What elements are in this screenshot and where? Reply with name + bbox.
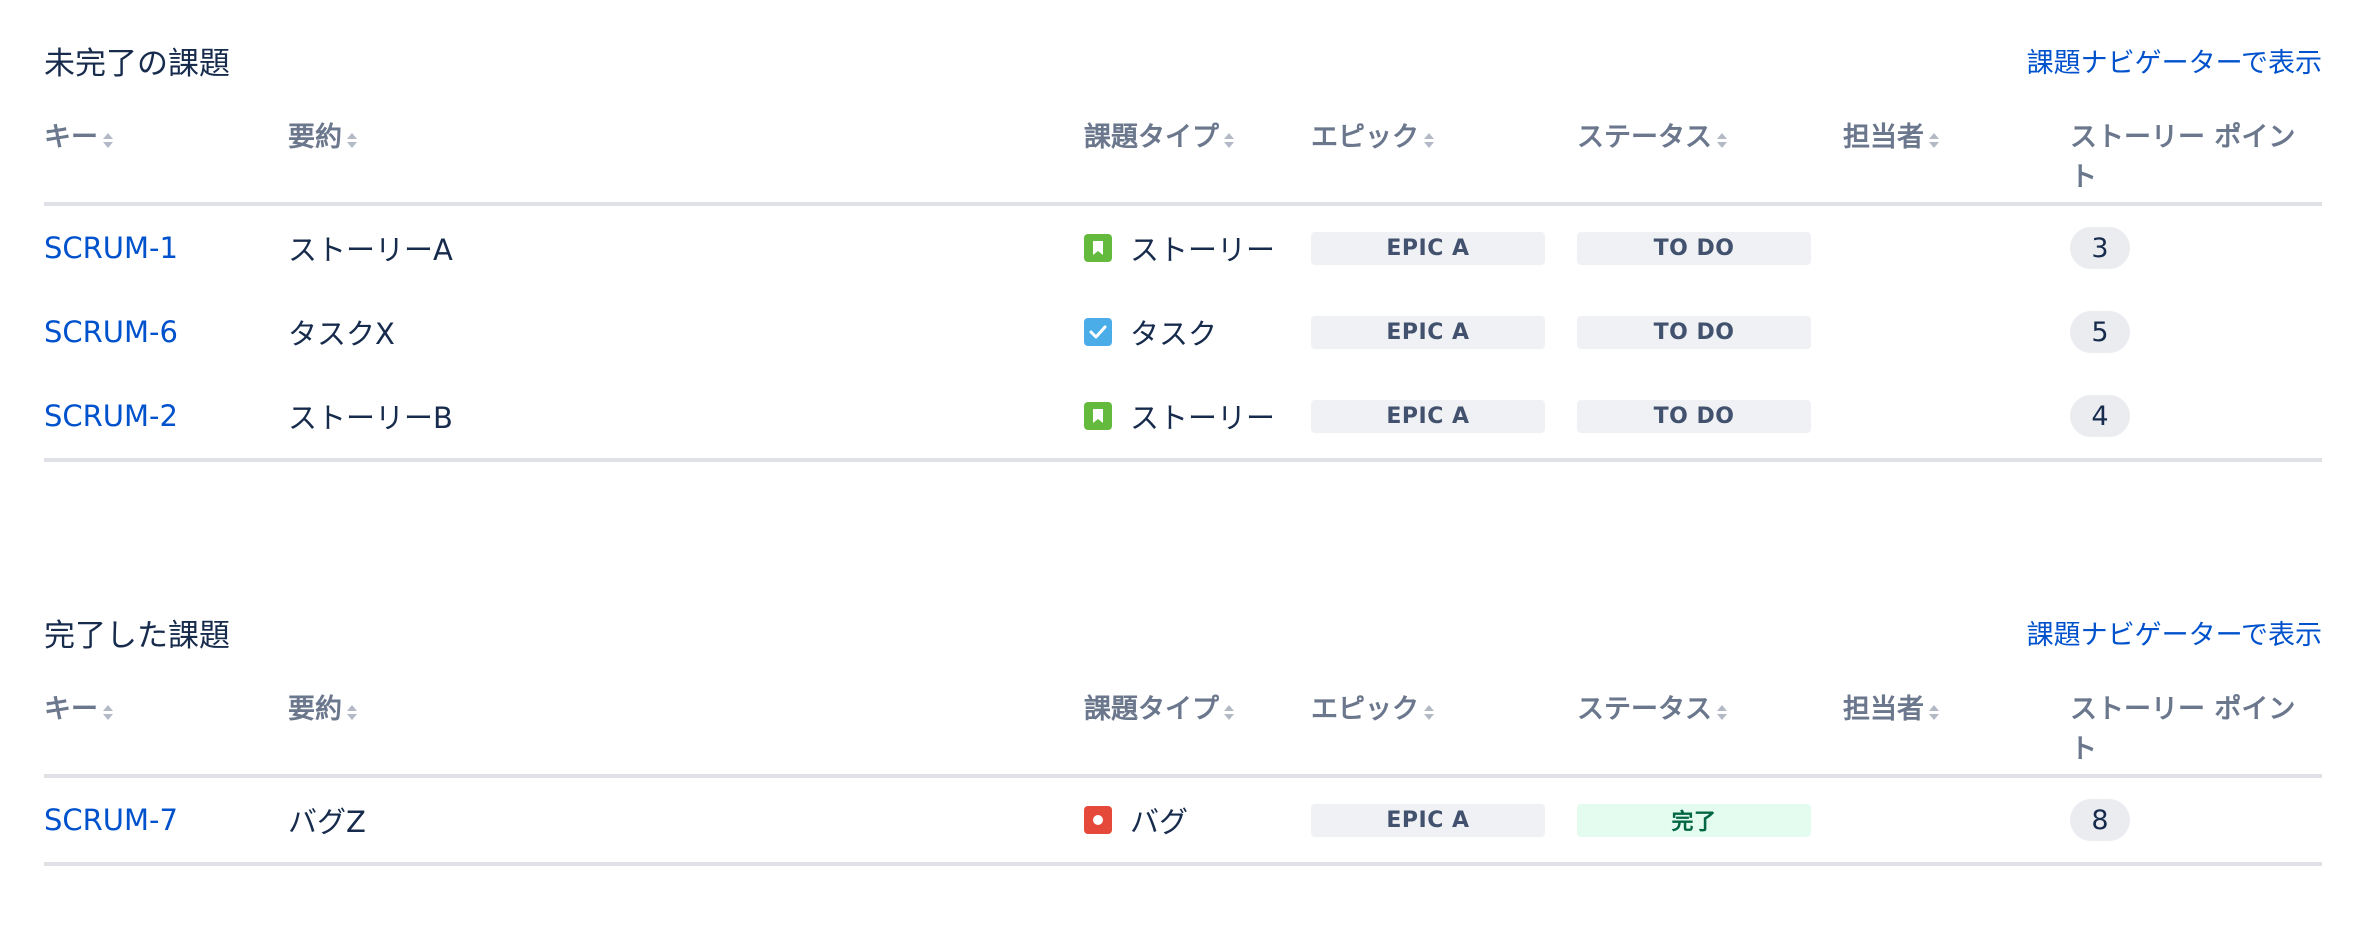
table-row: SCRUM-1 ストーリーA ストーリー EPIC A TO DO 3 bbox=[44, 206, 2322, 290]
column-header-summary[interactable]: 要約 bbox=[288, 118, 358, 158]
story-icon bbox=[1084, 402, 1112, 430]
issue-key-link[interactable]: SCRUM-7 bbox=[44, 803, 178, 837]
issue-summary: ストーリーB bbox=[288, 401, 453, 435]
sort-icon bbox=[346, 704, 358, 722]
table-row: SCRUM-6 タスクX タスク EPIC A TO DO 5 bbox=[44, 290, 2322, 374]
table-bottom-border bbox=[44, 458, 2322, 462]
table-body: SCRUM-1 ストーリーA ストーリー EPIC A TO DO 3 SCRU… bbox=[44, 206, 2322, 462]
sort-icon bbox=[102, 132, 114, 150]
epic-lozenge[interactable]: EPIC A bbox=[1311, 803, 1545, 837]
view-in-issue-navigator-link[interactable]: 課題ナビゲーターで表示 bbox=[2027, 44, 2322, 84]
sort-icon bbox=[1423, 704, 1435, 722]
column-header-status[interactable]: ステータス bbox=[1577, 690, 1728, 730]
incomplete-issues-table: キー 要約 課題タイプ エピック ステータス 担当者 ストーリー ポイント SC… bbox=[44, 96, 2322, 462]
sort-icon bbox=[1716, 704, 1728, 722]
table-bottom-border bbox=[44, 862, 2322, 866]
table-body: SCRUM-7 バグZ バグ EPIC A 完了 8 bbox=[44, 778, 2322, 866]
issue-type-cell: ストーリー bbox=[1084, 206, 1275, 290]
column-header-epic[interactable]: エピック bbox=[1311, 690, 1435, 730]
status-lozenge: TO DO bbox=[1577, 315, 1811, 349]
completed-issues-section: 完了した課題 課題ナビゲーターで表示 キー 要約 課題タイプ エピック ステータ… bbox=[44, 572, 2322, 866]
section-header: 未完了の課題 課題ナビゲーターで表示 bbox=[44, 0, 2322, 82]
table-header: キー 要約 課題タイプ エピック ステータス 担当者 ストーリー ポイント bbox=[44, 668, 2322, 778]
column-header-issue-type[interactable]: 課題タイプ bbox=[1084, 118, 1235, 158]
issue-type-cell: バグ bbox=[1084, 778, 1188, 862]
issue-type-label: バグ bbox=[1130, 805, 1189, 839]
epic-lozenge[interactable]: EPIC A bbox=[1311, 231, 1545, 265]
table-row: SCRUM-2 ストーリーB ストーリー EPIC A TO DO 4 bbox=[44, 374, 2322, 458]
sort-icon bbox=[102, 704, 114, 722]
bug-icon bbox=[1084, 806, 1112, 834]
issue-summary: バグZ bbox=[288, 805, 366, 839]
completed-issues-table: キー 要約 課題タイプ エピック ステータス 担当者 ストーリー ポイント SC… bbox=[44, 668, 2322, 866]
column-header-story-points[interactable]: ストーリー ポイント bbox=[2070, 118, 2310, 198]
issue-type-cell: タスク bbox=[1084, 290, 1217, 374]
view-in-issue-navigator-link[interactable]: 課題ナビゲーターで表示 bbox=[2027, 616, 2322, 656]
sort-icon bbox=[1716, 132, 1728, 150]
story-points-badge: 8 bbox=[2070, 799, 2130, 841]
sort-icon bbox=[1223, 132, 1235, 150]
section-title: 未完了の課題 bbox=[44, 46, 230, 82]
story-icon bbox=[1084, 234, 1112, 262]
story-points-badge: 4 bbox=[2070, 395, 2130, 437]
table-header: キー 要約 課題タイプ エピック ステータス 担当者 ストーリー ポイント bbox=[44, 96, 2322, 206]
status-lozenge: 完了 bbox=[1577, 803, 1811, 837]
sort-icon bbox=[346, 132, 358, 150]
issue-type-label: ストーリー bbox=[1130, 401, 1276, 435]
incomplete-issues-section: 未完了の課題 課題ナビゲーターで表示 キー 要約 課題タイプ エピック ステータ… bbox=[44, 0, 2322, 462]
epic-lozenge[interactable]: EPIC A bbox=[1311, 399, 1545, 433]
column-header-epic[interactable]: エピック bbox=[1311, 118, 1435, 158]
issue-key-link[interactable]: SCRUM-1 bbox=[44, 231, 178, 265]
story-points-badge: 3 bbox=[2070, 227, 2130, 269]
table-row: SCRUM-7 バグZ バグ EPIC A 完了 8 bbox=[44, 778, 2322, 862]
sort-icon bbox=[1928, 704, 1940, 722]
section-title: 完了した課題 bbox=[44, 618, 230, 654]
sprint-report-page: 未完了の課題 課題ナビゲーターで表示 キー 要約 課題タイプ エピック ステータ… bbox=[0, 0, 2366, 950]
sort-icon bbox=[1928, 132, 1940, 150]
column-header-key[interactable]: キー bbox=[44, 690, 114, 730]
issue-key-link[interactable]: SCRUM-6 bbox=[44, 315, 178, 349]
column-header-story-points[interactable]: ストーリー ポイント bbox=[2070, 690, 2310, 770]
sort-icon bbox=[1423, 132, 1435, 150]
task-icon bbox=[1084, 318, 1112, 346]
issue-summary: ストーリーA bbox=[288, 233, 453, 267]
column-header-assignee[interactable]: 担当者 bbox=[1843, 690, 1940, 730]
issue-key-link[interactable]: SCRUM-2 bbox=[44, 399, 178, 433]
story-points-badge: 5 bbox=[2070, 311, 2130, 353]
issue-type-label: タスク bbox=[1130, 317, 1218, 351]
status-lozenge: TO DO bbox=[1577, 399, 1811, 433]
status-lozenge: TO DO bbox=[1577, 231, 1811, 265]
sort-icon bbox=[1223, 704, 1235, 722]
section-header: 完了した課題 課題ナビゲーターで表示 bbox=[44, 572, 2322, 654]
column-header-status[interactable]: ステータス bbox=[1577, 118, 1728, 158]
column-header-issue-type[interactable]: 課題タイプ bbox=[1084, 690, 1235, 730]
issue-summary: タスクX bbox=[288, 317, 395, 351]
column-header-key[interactable]: キー bbox=[44, 118, 114, 158]
column-header-summary[interactable]: 要約 bbox=[288, 690, 358, 730]
issue-type-cell: ストーリー bbox=[1084, 374, 1275, 458]
column-header-assignee[interactable]: 担当者 bbox=[1843, 118, 1940, 158]
epic-lozenge[interactable]: EPIC A bbox=[1311, 315, 1545, 349]
issue-type-label: ストーリー bbox=[1130, 233, 1276, 267]
